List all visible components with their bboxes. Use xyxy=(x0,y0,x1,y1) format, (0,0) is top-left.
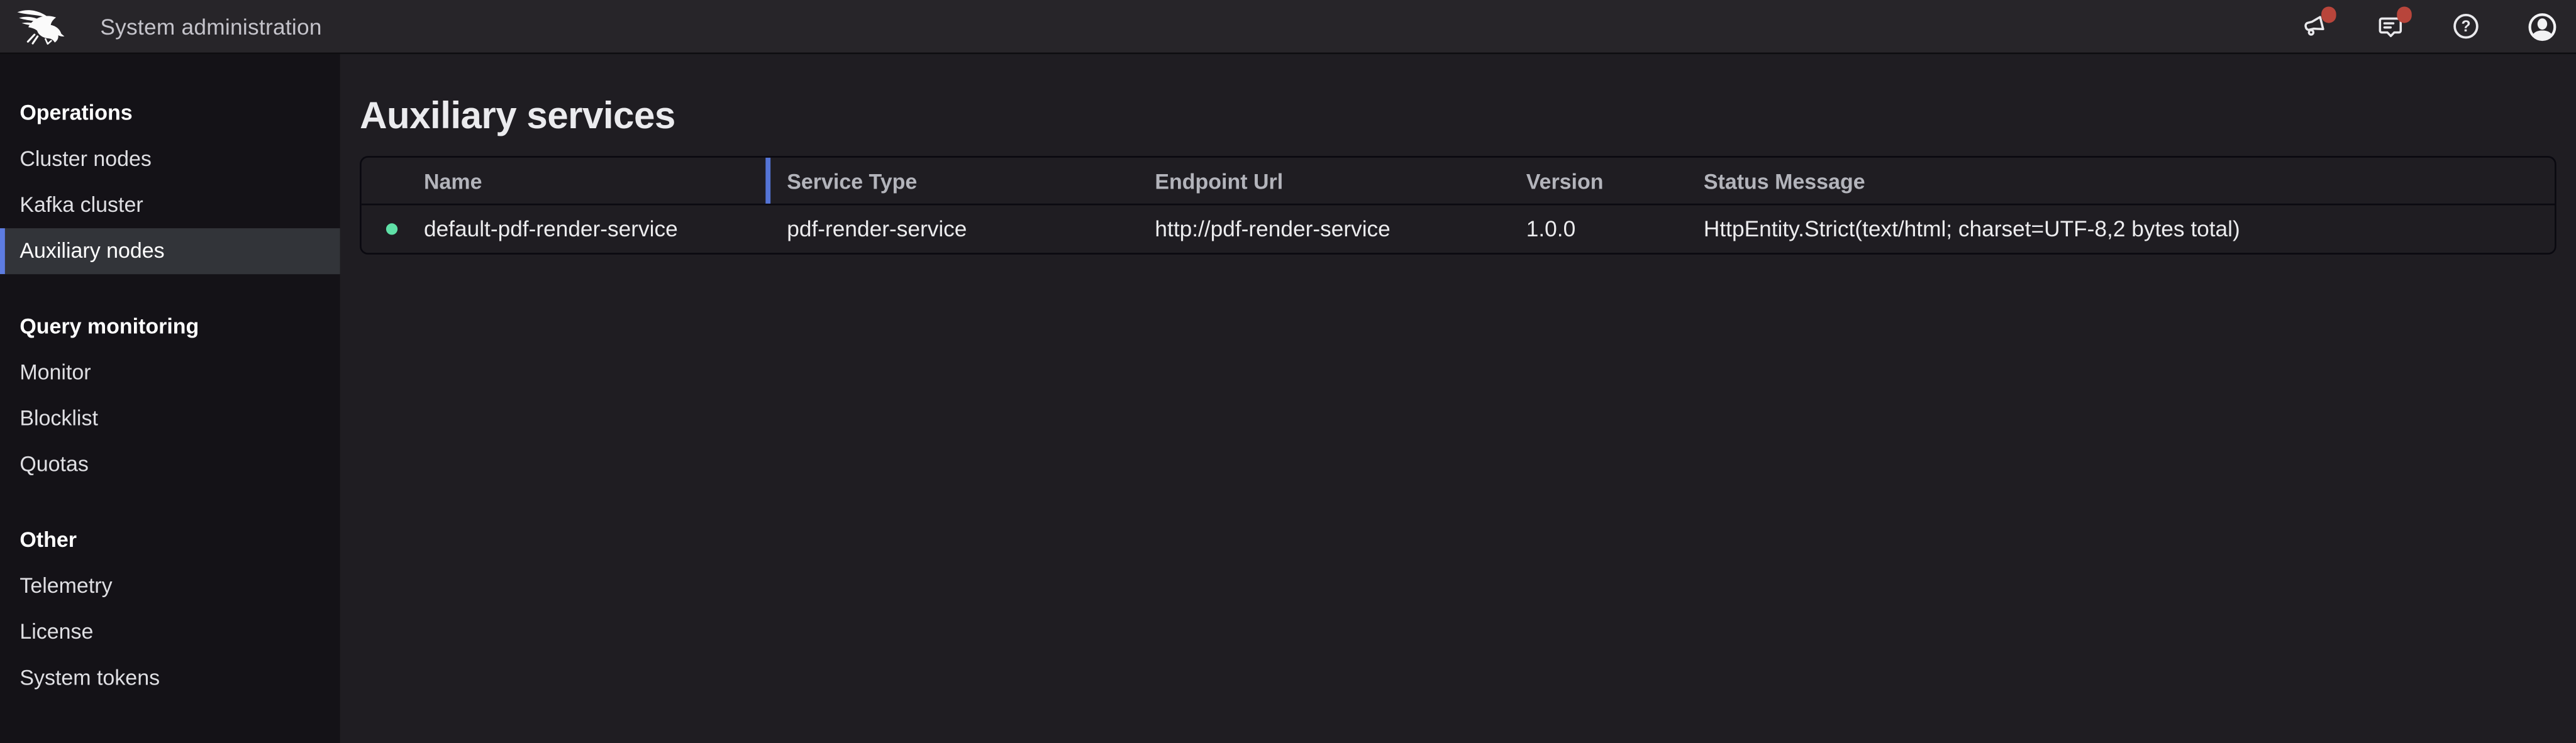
table-header: Name Service Type Endpoint Url Version S… xyxy=(362,158,2555,206)
service-name: default-pdf-render-service xyxy=(424,217,678,241)
service-type-cell: pdf-render-service xyxy=(767,217,1155,241)
version-cell: 1.0.0 xyxy=(1526,217,1704,241)
sidebar-item-telemetry[interactable]: Telemetry xyxy=(0,563,340,609)
question-icon: ? xyxy=(2451,11,2480,41)
feedback-button[interactable] xyxy=(2375,11,2405,41)
table-body: default-pdf-render-service pdf-render-se… xyxy=(362,206,2555,253)
column-header-name[interactable]: Name xyxy=(362,168,767,193)
app-window: System administration xyxy=(0,0,2576,743)
sidebar-heading: Operations xyxy=(0,91,340,136)
sidebar: Operations Cluster nodes Kafka cluster A… xyxy=(0,54,340,743)
endpoint-url-cell: http://pdf-render-service xyxy=(1155,217,1526,241)
healthy-status-dot xyxy=(386,223,397,234)
avatar-icon xyxy=(2526,11,2557,42)
auxiliary-services-table: Name Service Type Endpoint Url Version S… xyxy=(360,156,2557,255)
sidebar-item-system-tokens[interactable]: System tokens xyxy=(0,655,340,701)
sidebar-group-other: Other Telemetry License System tokens xyxy=(0,517,340,702)
sidebar-item-quotas[interactable]: Quotas xyxy=(0,442,340,488)
app-title: System administration xyxy=(100,14,321,38)
column-header-status-message[interactable]: Status Message xyxy=(1704,168,2555,193)
notification-badge xyxy=(2396,6,2412,22)
column-header-endpoint-url[interactable]: Endpoint Url xyxy=(1155,168,1526,193)
name-cell: default-pdf-render-service xyxy=(362,217,767,241)
sidebar-item-monitor[interactable]: Monitor xyxy=(0,349,340,395)
notification-badge xyxy=(2321,6,2336,22)
main-content: Auxiliary services Name Service Type End… xyxy=(340,54,2576,743)
sidebar-item-blocklist[interactable]: Blocklist xyxy=(0,396,340,442)
help-button[interactable]: ? xyxy=(2451,11,2480,41)
page-title: Auxiliary services xyxy=(360,91,2576,140)
column-resize-indicator[interactable] xyxy=(765,158,770,204)
topbar: System administration xyxy=(0,0,2576,54)
table-row[interactable]: default-pdf-render-service pdf-render-se… xyxy=(362,206,2555,253)
sidebar-heading: Query monitoring xyxy=(0,304,340,349)
column-header-version[interactable]: Version xyxy=(1526,168,1704,193)
status-message-cell: HttpEntity.Strict(text/html; charset=UTF… xyxy=(1704,217,2555,241)
sidebar-item-auxiliary-nodes[interactable]: Auxiliary nodes xyxy=(0,228,340,274)
sidebar-heading: Other xyxy=(0,517,340,563)
sidebar-group-query-monitoring: Query monitoring Monitor Blocklist Quota… xyxy=(0,304,340,488)
sidebar-group-operations: Operations Cluster nodes Kafka cluster A… xyxy=(0,91,340,275)
sidebar-item-cluster-nodes[interactable]: Cluster nodes xyxy=(0,136,340,182)
announcements-button[interactable] xyxy=(2300,11,2329,41)
topbar-actions: ? xyxy=(2300,11,2576,41)
crowdstrike-falcon-logo xyxy=(16,6,65,46)
account-button[interactable] xyxy=(2527,11,2557,41)
column-header-service-type[interactable]: Service Type xyxy=(767,168,1155,193)
sidebar-item-kafka-cluster[interactable]: Kafka cluster xyxy=(0,182,340,228)
sidebar-item-license[interactable]: License xyxy=(0,609,340,655)
svg-text:?: ? xyxy=(2461,18,2470,35)
